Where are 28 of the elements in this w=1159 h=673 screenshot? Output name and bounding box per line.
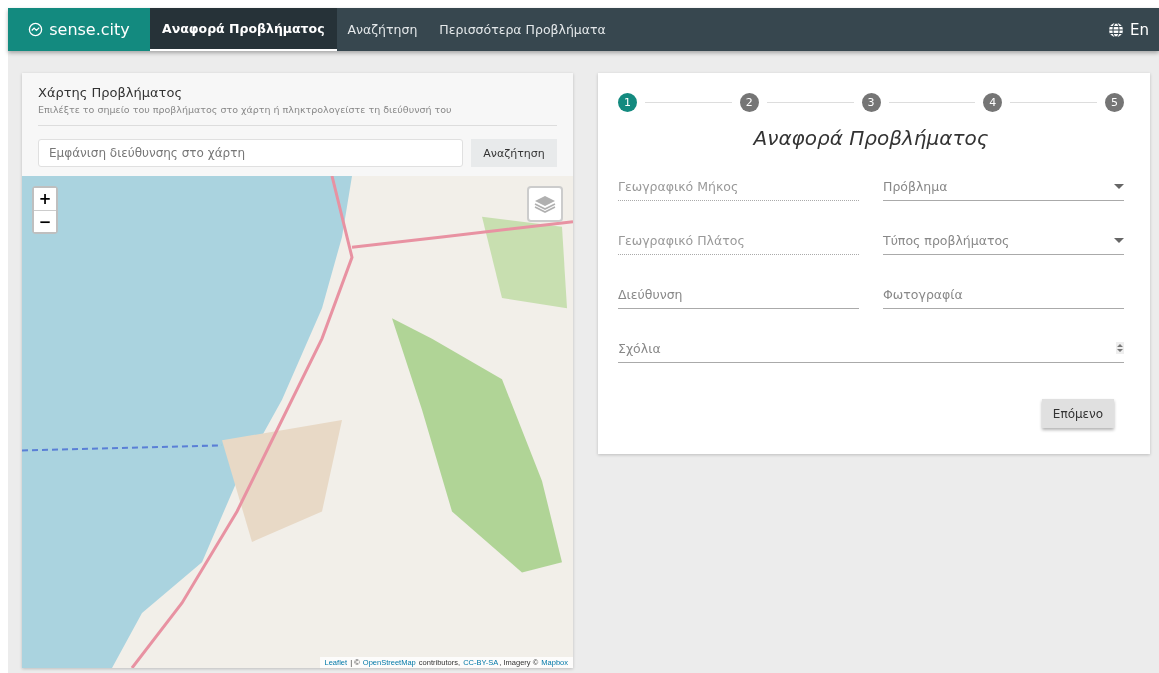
step-indicator: 5 xyxy=(1105,93,1124,112)
dropdown-caret-icon xyxy=(1114,183,1124,189)
next-button[interactable]: Επόμενο xyxy=(1042,399,1114,428)
brand-link[interactable]: sense.city xyxy=(8,8,150,51)
language-menu[interactable]: En xyxy=(1108,8,1159,51)
panel-title: Χάρτης Προβλήματος xyxy=(38,85,183,100)
comments-field[interactable]: Σχόλια xyxy=(618,334,1124,363)
form-title: Αναφορά Προβλήματος xyxy=(751,126,990,150)
step-indicator: 4 xyxy=(983,93,1003,112)
step-indicator: 3 xyxy=(861,93,881,112)
layers-button[interactable] xyxy=(527,186,563,222)
step-indicator: 1 xyxy=(618,93,637,112)
step-indicator: 2 xyxy=(739,93,759,112)
nav-tab[interactable]: Αναζήτηση xyxy=(336,8,429,51)
select-field[interactable]: Τύπος προβλήματος xyxy=(883,226,1124,255)
select-field[interactable]: Πρόβλημα xyxy=(883,172,1124,201)
nav-tab[interactable]: Αναφορά Προβλήματος xyxy=(150,8,337,51)
dropdown-caret-icon xyxy=(1114,237,1124,243)
search-button[interactable]: Αναζήτηση xyxy=(471,139,557,167)
logo-icon xyxy=(28,22,44,37)
input-field[interactable]: Διεύθυνση xyxy=(618,280,859,309)
zoom-out-button[interactable]: − xyxy=(34,210,56,232)
resize-spinner-icon xyxy=(1116,342,1124,354)
panel-subtitle: Επιλέξτε το σημείο του προβλήματος στο χάρτη ή πληκτρολογείστε τη διεύθυνσή του xyxy=(38,104,453,115)
input-field[interactable]: Φωτογραφία xyxy=(883,280,1124,309)
nav-tab[interactable]: Περισσότερα Προβλήματα xyxy=(428,8,617,51)
address-search-field[interactable]: Εμφάνιση διεύθυνσης στο χάρτη xyxy=(38,139,463,167)
globe-icon xyxy=(1108,21,1124,38)
